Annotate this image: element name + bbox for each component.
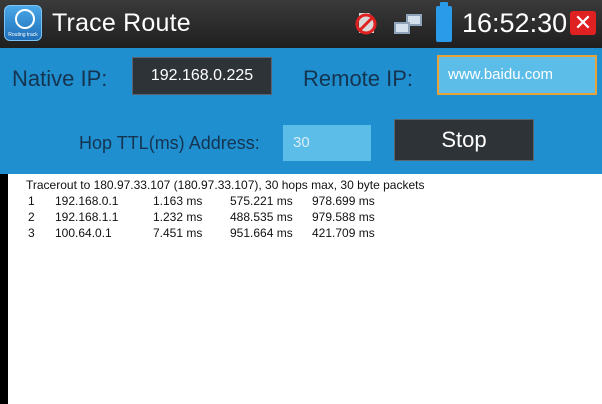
routing-track-app-icon[interactable]: Routing track (4, 5, 42, 41)
hop-time-2: 488.535 ms (230, 210, 293, 224)
close-button[interactable]: ✕ (570, 11, 596, 35)
remote-ip-input[interactable]: www.baidu.com (437, 55, 597, 95)
stop-button[interactable]: Stop (394, 119, 534, 161)
title-bar: Routing track Trace Route 16:52:30 ✕ (0, 0, 602, 48)
network-icon (394, 14, 422, 34)
hop-number: 1 (28, 194, 35, 208)
hop-number: 3 (28, 226, 35, 240)
battery-icon (436, 2, 452, 42)
page-title: Trace Route (52, 9, 191, 37)
globe-ring-shape (15, 9, 35, 29)
hop-time-1: 1.232 ms (153, 210, 203, 224)
hop-time-3: 978.699 ms (312, 194, 375, 208)
traceroute-header: Tracerout to 180.97.33.107 (180.97.33.10… (26, 178, 425, 192)
hop-time-3: 421.709 ms (312, 226, 375, 240)
hop-row: 2 192.168.1.1 1.232 ms 488.535 ms 979.58… (8, 211, 508, 224)
hop-ttl-input[interactable]: 30 (283, 125, 371, 161)
hop-number: 2 (28, 210, 35, 224)
hop-ip: 192.168.0.1 (55, 194, 119, 208)
hop-ip: 100.64.0.1 (55, 226, 112, 240)
hop-time-1: 1.163 ms (153, 194, 203, 208)
app-icon-caption: Routing track (8, 32, 38, 38)
hop-ip: 192.168.1.1 (55, 210, 119, 224)
clock: 16:52:30 (462, 8, 568, 38)
hop-time-2: 575.221 ms (230, 194, 293, 208)
hop-time-1: 7.451 ms (153, 226, 203, 240)
traceroute-output: Tracerout to 180.97.33.107 (180.97.33.10… (8, 174, 602, 404)
hop-time-3: 979.588 ms (312, 210, 375, 224)
hop-time-2: 951.664 ms (230, 226, 293, 240)
hop-ttl-label: Hop TTL(ms) Address: (79, 133, 260, 153)
no-sd-card-icon (355, 13, 377, 35)
hop-row: 3 100.64.0.1 7.451 ms 951.664 ms 421.709… (8, 227, 508, 240)
native-ip-field[interactable]: 192.168.0.225 (132, 57, 272, 95)
native-ip-label: Native IP: (12, 66, 108, 91)
hop-row: 1 192.168.0.1 1.163 ms 575.221 ms 978.69… (8, 195, 508, 208)
remote-ip-label: Remote IP: (303, 66, 414, 91)
